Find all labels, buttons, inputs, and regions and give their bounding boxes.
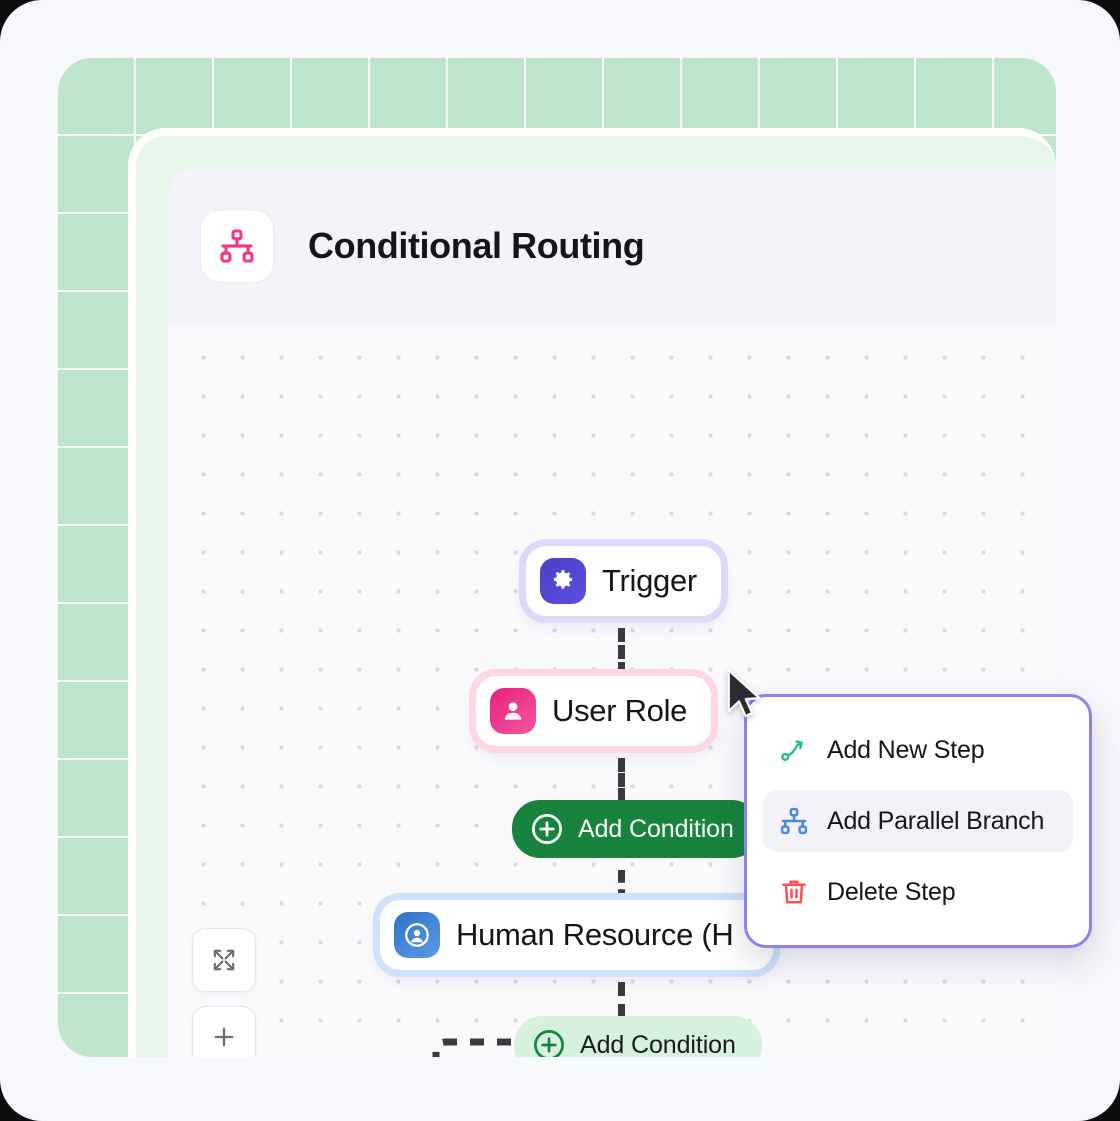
node-human-resource[interactable]: Human Resource (H — [380, 900, 774, 970]
fit-view-button[interactable] — [192, 928, 256, 992]
trash-icon — [779, 877, 809, 907]
expand-arrows-icon — [211, 947, 237, 973]
node-user-role[interactable]: User Role — [476, 676, 712, 746]
node-label: Trigger — [602, 563, 697, 598]
add-condition-label: Add Condition — [578, 814, 734, 843]
menu-spacer — [763, 852, 1073, 861]
user-icon — [490, 688, 536, 734]
menu-item-label: Delete Step — [827, 877, 956, 906]
connector-condition-hr — [618, 870, 625, 902]
add-condition-button-primary[interactable]: Add Condition — [512, 800, 760, 858]
menu-item-add-parallel-branch[interactable]: Add Parallel Branch — [763, 790, 1073, 852]
support-agent-icon — [394, 912, 440, 958]
plus-circle-icon — [532, 1028, 566, 1057]
menu-item-add-new-step[interactable]: Add New Step — [763, 719, 1073, 781]
sitemap-icon — [779, 806, 809, 836]
node-label: Human Resource (H — [456, 917, 734, 952]
node-trigger[interactable]: Trigger — [526, 546, 721, 616]
menu-item-delete-step[interactable]: Delete Step — [763, 861, 1073, 923]
page-title: Conditional Routing — [308, 225, 645, 266]
context-menu: Add New Step Add Parallel Branch Delete … — [744, 694, 1092, 948]
sitemap-icon — [200, 209, 274, 283]
add-condition-label: Add Condition — [580, 1030, 736, 1058]
pointer-arrow-cursor — [727, 669, 761, 718]
gear-icon — [540, 558, 586, 604]
connector-hr-condition2 — [618, 982, 625, 1018]
connector-userrole-condition — [618, 758, 625, 802]
menu-spacer — [763, 781, 1073, 790]
zoom-control-group — [192, 1006, 256, 1057]
plus-circle-icon — [530, 812, 564, 846]
menu-item-label: Add Parallel Branch — [827, 806, 1045, 835]
arrow-branch-icon — [779, 735, 809, 765]
connector-trigger-userrole — [618, 628, 625, 676]
zoom-in-button[interactable] — [193, 1007, 255, 1057]
page-root: Conditional Routing Trigger User Role Hu… — [0, 0, 1120, 1121]
plus-icon — [210, 1023, 238, 1051]
app-header: Conditional Routing — [168, 168, 1056, 324]
menu-item-label: Add New Step — [827, 735, 985, 764]
add-condition-button-secondary[interactable]: Add Condition — [514, 1016, 762, 1057]
node-label: User Role — [552, 693, 688, 728]
